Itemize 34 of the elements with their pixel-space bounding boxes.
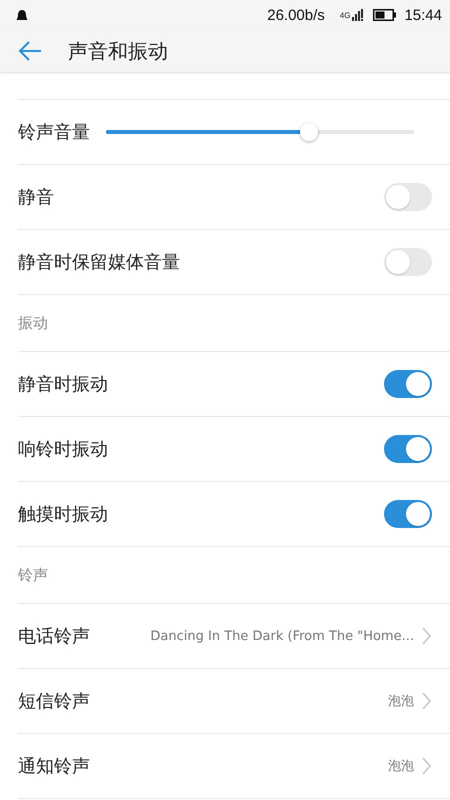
section-header: 铃声 — [18, 566, 48, 584]
setting-label: 铃声音量 — [18, 121, 90, 144]
setting-label: 静音时保留媒体音量 — [18, 251, 180, 274]
clock: 15:44 — [404, 6, 442, 24]
setting-label: 静音时振动 — [18, 373, 108, 396]
toggle-switch[interactable] — [384, 500, 432, 528]
notification-icon — [16, 9, 28, 21]
setting-value: 泡泡 — [388, 693, 414, 710]
setting-value: Dancing In The Dark (From The "Home... — [150, 628, 414, 644]
setting-label: 短信铃声 — [18, 690, 90, 713]
setting-row[interactable]: 电话铃声 Dancing In The Dark (From The "Home... — [18, 604, 450, 669]
setting-row[interactable]: 通知铃声 泡泡 — [18, 734, 450, 799]
setting-label: 通知铃声 — [18, 755, 90, 778]
setting-row[interactable]: 短信铃声 泡泡 — [18, 669, 450, 734]
network-type: 4G — [340, 10, 350, 20]
toggle-switch[interactable] — [384, 183, 432, 211]
chevron-icon — [422, 627, 432, 645]
signal-icon — [352, 9, 364, 21]
slider-thumb[interactable] — [300, 123, 318, 141]
toggle-switch[interactable] — [384, 248, 432, 276]
setting-value: 泡泡 — [388, 758, 414, 775]
section-header: 振动 — [18, 314, 48, 332]
chevron-icon — [422, 757, 432, 775]
setting-label: 静音 — [18, 186, 54, 209]
page-title: 声音和振动 — [68, 38, 168, 64]
toggle-switch[interactable] — [384, 435, 432, 463]
setting-label: 触摸时振动 — [18, 503, 108, 526]
network-speed: 26.00b/s — [267, 6, 325, 24]
battery-icon — [373, 9, 396, 21]
toggle-switch[interactable] — [384, 370, 432, 398]
back-arrow-icon — [18, 40, 42, 62]
setting-label: 电话铃声 — [18, 625, 90, 648]
setting-label: 响铃时振动 — [18, 438, 108, 461]
chevron-icon — [422, 692, 432, 710]
